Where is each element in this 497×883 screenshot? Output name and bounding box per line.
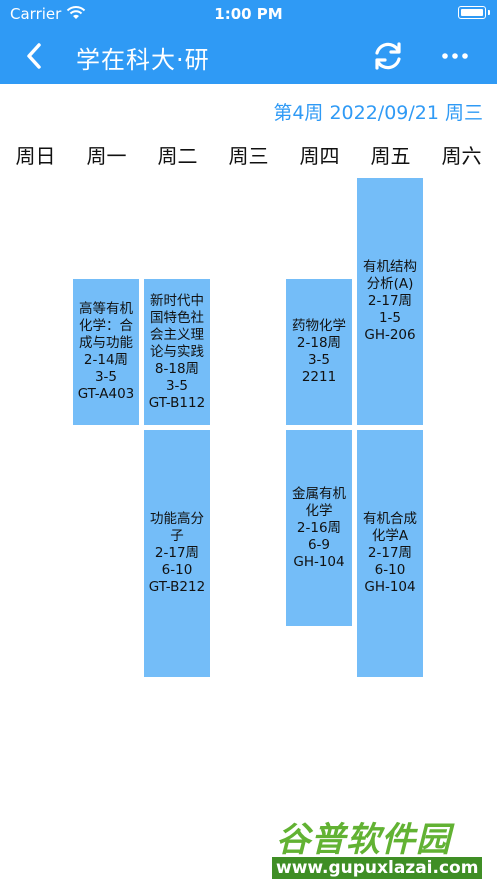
more-horizontal-icon[interactable] <box>440 44 470 68</box>
course-block[interactable]: 功能高分子 2-17周 6-10 GT-B212 <box>144 430 210 677</box>
day-tuesday: 周二 <box>157 144 198 168</box>
course-text: 新时代中国特色社会主义理论与实践 8-18周 3-5 GT-B112 <box>148 292 206 411</box>
refresh-icon[interactable] <box>370 39 406 73</box>
course-text: 药物化学 2-18周 3-5 2211 <box>292 318 346 385</box>
course-block[interactable]: 有机结构分析(A) 2-17周 1-5 GH-206 <box>357 178 423 425</box>
weekday-header: 周日 周一 周二 周三 周四 周五 周六 <box>0 140 497 168</box>
week-date-label: 第4周 2022/09/21 周三 <box>273 102 483 124</box>
day-sunday: 周日 <box>15 144 56 168</box>
day-saturday: 周六 <box>441 144 482 168</box>
course-block[interactable]: 有机合成化学A 2-17周 6-10 GH-104 <box>357 430 423 677</box>
watermark-url: www.gupuxlazai.com <box>272 857 483 879</box>
course-block[interactable]: 新时代中国特色社会主义理论与实践 8-18周 3-5 GT-B112 <box>144 279 210 425</box>
course-text: 功能高分子 2-17周 6-10 GT-B212 <box>148 511 206 595</box>
day-wednesday: 周三 <box>228 144 269 168</box>
status-time: 1:00 PM <box>214 5 283 23</box>
chevron-left-icon[interactable] <box>22 41 48 71</box>
day-friday: 周五 <box>370 144 411 168</box>
course-text: 有机合成化学A 2-17周 6-10 GH-104 <box>363 511 417 595</box>
course-text: 有机结构分析(A) 2-17周 1-5 GH-206 <box>363 259 417 343</box>
course-text: 金属有机化学 2-16周 6-9 GH-104 <box>292 485 346 570</box>
battery-icon <box>458 6 490 19</box>
watermark-logo: 谷普软件园 <box>276 820 451 860</box>
day-thursday: 周四 <box>299 144 340 168</box>
course-block[interactable]: 药物化学 2-18周 3-5 2211 <box>286 279 352 425</box>
day-monday: 周一 <box>86 144 127 168</box>
course-block[interactable]: 高等有机化学：合成与功能 2-14周 3-5 GT-A403 <box>73 279 139 425</box>
nav-header: Carrier 1:00 PM 学在科大·研 <box>0 0 497 84</box>
course-text: 高等有机化学：合成与功能 2-14周 3-5 GT-A403 <box>77 301 135 402</box>
page-title: 学在科大·研 <box>76 46 210 74</box>
course-block[interactable]: 金属有机化学 2-16周 6-9 GH-104 <box>286 430 352 626</box>
